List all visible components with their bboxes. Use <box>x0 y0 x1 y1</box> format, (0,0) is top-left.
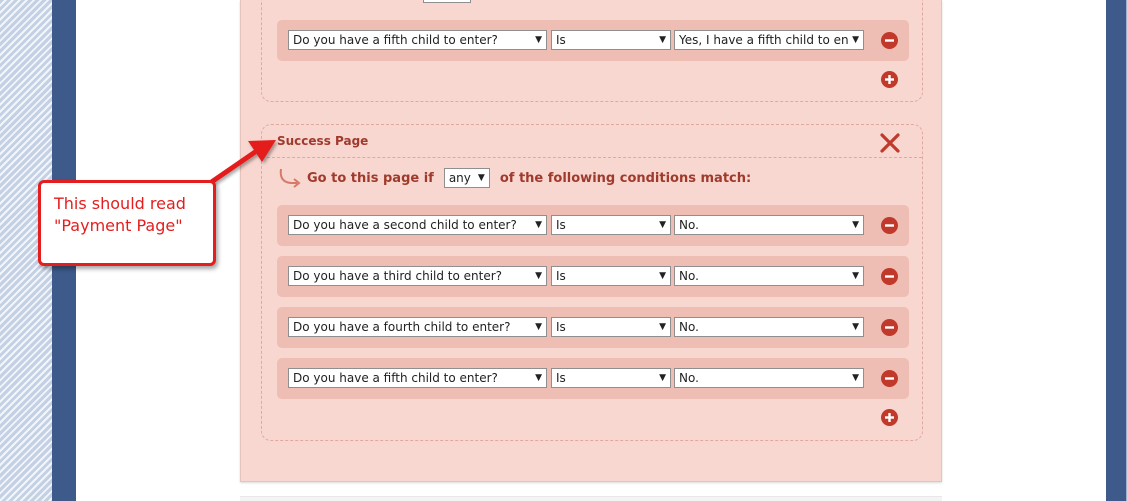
chevron-down-icon: ▼ <box>852 220 859 230</box>
add-condition-button[interactable] <box>881 409 898 426</box>
chevron-down-icon: ▼ <box>852 35 859 45</box>
condition-operator-select[interactable]: Is ▼ <box>551 215 671 235</box>
chevron-down-icon: ▼ <box>535 373 542 383</box>
chevron-down-icon: ▼ <box>659 373 666 383</box>
remove-condition-button[interactable] <box>881 32 898 49</box>
rule-page-title: Success Page <box>277 134 369 148</box>
chevron-down-icon: ▼ <box>659 35 666 45</box>
remove-condition-button[interactable] <box>881 319 898 336</box>
condition-operator-select[interactable]: Is ▼ <box>551 317 671 337</box>
chevron-down-icon: ▼ <box>477 173 485 183</box>
condition-value-select[interactable]: No. ▼ <box>674 317 864 337</box>
condition-operator-select[interactable]: Is ▼ <box>551 266 671 286</box>
chevron-down-icon: ▼ <box>852 322 859 332</box>
curved-arrow-icon <box>279 168 301 188</box>
goto-suffix-text: of the following conditions match: <box>499 170 752 186</box>
chevron-down-icon: ▼ <box>852 373 859 383</box>
chevron-down-icon: ▼ <box>852 271 859 281</box>
condition-value-select[interactable]: No. ▼ <box>674 215 864 235</box>
chevron-down-icon: ▼ <box>535 220 542 230</box>
annotation-line-1: This should read <box>54 194 186 213</box>
sidebar-border-right <box>1106 0 1127 501</box>
match-mode-select-partial[interactable] <box>423 0 471 3</box>
chevron-down-icon: ▼ <box>659 271 666 281</box>
condition-row: Do you have a second child to enter? ▼ I… <box>277 205 909 246</box>
condition-field-select[interactable]: Do you have a third child to enter? ▼ <box>288 266 547 286</box>
condition-row: Do you have a fourth child to enter? ▼ I… <box>277 307 909 348</box>
remove-condition-button[interactable] <box>881 217 898 234</box>
delete-rule-button[interactable] <box>878 130 902 156</box>
curved-arrow-icon <box>284 0 304 4</box>
chevron-down-icon: ▼ <box>659 322 666 332</box>
condition-operator-select[interactable]: Is ▼ <box>551 30 671 50</box>
chevron-down-icon: ▼ <box>535 35 542 45</box>
remove-condition-button[interactable] <box>881 268 898 285</box>
match-mode-select[interactable]: any ▼ <box>443 168 490 188</box>
condition-row: Do you have a third child to enter? ▼ Is… <box>277 256 909 297</box>
next-panel-edge <box>240 496 942 501</box>
annotation-callout: This should read "Payment Page" <box>38 180 216 266</box>
condition-field-select[interactable]: Do you have a fifth child to enter? ▼ <box>288 368 547 388</box>
add-condition-button[interactable] <box>881 71 898 88</box>
condition-field-select[interactable]: Do you have a second child to enter? ▼ <box>288 215 547 235</box>
chevron-down-icon: ▼ <box>535 322 542 332</box>
remove-condition-button[interactable] <box>881 370 898 387</box>
chevron-down-icon: ▼ <box>659 220 666 230</box>
goto-condition-line: Go to this page if any ▼ of the followin… <box>277 166 751 190</box>
condition-value-select[interactable]: No. ▼ <box>674 368 864 388</box>
chevron-down-icon: ▼ <box>535 271 542 281</box>
condition-row: Do you have a fifth child to enter? ▼ Is… <box>277 20 909 61</box>
condition-value-select[interactable]: Yes, I have a fifth child to en ▼ <box>674 30 864 50</box>
goto-prefix-text: Go to this page if <box>307 170 434 186</box>
rule-header-divider <box>262 157 922 158</box>
condition-value-select[interactable]: No. ▼ <box>674 266 864 286</box>
condition-field-select[interactable]: Do you have a fourth child to enter? ▼ <box>288 317 547 337</box>
condition-field-select[interactable]: Do you have a fifth child to enter? ▼ <box>288 30 547 50</box>
condition-operator-select[interactable]: Is ▼ <box>551 368 671 388</box>
annotation-line-2: "Payment Page" <box>54 216 183 235</box>
condition-row: Do you have a fifth child to enter? ▼ Is… <box>277 358 909 399</box>
